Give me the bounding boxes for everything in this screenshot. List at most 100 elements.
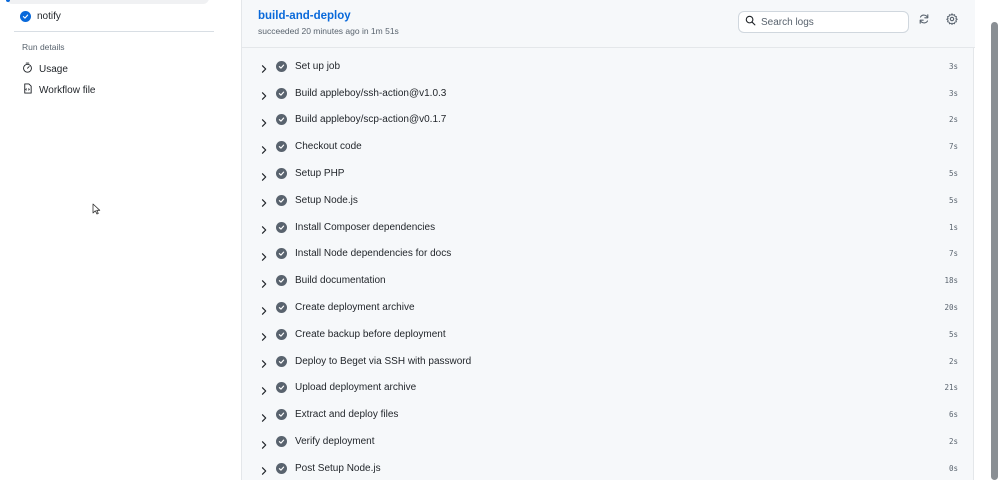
step-name: Build appleboy/ssh-action@v1.0.3 xyxy=(295,87,447,99)
job-log-panel: build-and-deploy succeeded 20 minutes ag… xyxy=(241,0,975,480)
step-duration: 2s xyxy=(948,356,958,366)
step-row[interactable]: Build appleboy/ssh-action@v1.0.3 3s xyxy=(242,80,975,107)
step-row[interactable]: Build documentation 18s xyxy=(242,267,975,294)
step-row[interactable]: Extract and deploy files 6s xyxy=(242,401,975,428)
chevron-right-icon[interactable] xyxy=(259,463,269,476)
step-name: Checkout code xyxy=(295,141,362,153)
chevron-right-icon[interactable] xyxy=(259,356,269,368)
stopwatch-icon xyxy=(22,62,33,76)
sidebar-link-workflow-file[interactable]: Workflow file xyxy=(18,81,100,99)
step-row[interactable]: Post Setup Node.js 0s xyxy=(242,455,975,480)
step-row[interactable]: Install Node dependencies for docs 7s xyxy=(242,241,975,268)
step-name: Extract and deploy files xyxy=(295,409,399,421)
step-duration: 5s xyxy=(948,195,958,205)
success-check-icon xyxy=(276,275,287,287)
step-name: Create deployment archive xyxy=(295,302,415,314)
chevron-right-icon[interactable] xyxy=(259,410,269,422)
scrollbar-thumb[interactable] xyxy=(991,22,998,480)
step-duration: 20s xyxy=(944,303,958,313)
step-duration: 7s xyxy=(948,249,958,259)
sidebar-item-label: notify xyxy=(37,10,61,22)
step-row[interactable]: Checkout code 7s xyxy=(242,133,975,160)
step-duration: 3s xyxy=(948,88,958,98)
chevron-right-icon[interactable] xyxy=(259,195,269,208)
step-name: Install Composer dependencies xyxy=(295,221,436,233)
search-logs-field[interactable] xyxy=(738,11,909,33)
chevron-right-icon[interactable] xyxy=(259,303,269,315)
chevron-right-icon[interactable] xyxy=(259,61,269,74)
step-name: Post Setup Node.js xyxy=(295,462,381,474)
search-icon xyxy=(745,13,756,31)
run-details-heading: Run details xyxy=(22,42,65,52)
search-logs-input[interactable] xyxy=(761,16,901,28)
sidebar-link-usage[interactable]: Usage xyxy=(18,60,72,78)
job-header: build-and-deploy succeeded 20 minutes ag… xyxy=(242,0,975,48)
step-duration: 7s xyxy=(948,142,958,152)
sidebar-divider xyxy=(14,31,214,32)
settings-button[interactable] xyxy=(943,12,961,30)
step-row[interactable]: Build appleboy/scp-action@v0.1.7 2s xyxy=(242,107,975,134)
file-code-icon xyxy=(22,83,33,97)
step-duration: 2s xyxy=(948,437,958,447)
step-name: Deploy to Beget via SSH with password xyxy=(295,355,472,367)
mouse-cursor-icon xyxy=(92,203,101,215)
step-name: Create backup before deployment xyxy=(295,328,446,340)
sidebar-item-notify[interactable]: notify xyxy=(14,7,67,25)
sidebar-item-previous-job[interactable] xyxy=(6,0,209,4)
step-name: Setup PHP xyxy=(295,168,345,180)
success-check-icon xyxy=(276,168,287,180)
success-check-icon xyxy=(276,194,287,206)
step-duration: 21s xyxy=(944,383,958,393)
step-name: Install Node dependencies for docs xyxy=(295,248,452,260)
refresh-button[interactable] xyxy=(915,12,933,30)
success-check-icon xyxy=(276,409,287,421)
step-row[interactable]: Install Composer dependencies 1s xyxy=(242,214,975,241)
success-check-icon xyxy=(276,114,287,126)
step-row[interactable]: Set up job 3s xyxy=(242,53,975,80)
success-check-icon xyxy=(276,355,287,367)
chevron-right-icon[interactable] xyxy=(259,222,269,234)
sidebar-link-label: Workflow file xyxy=(39,84,96,96)
sidebar-link-label: Usage xyxy=(39,63,68,75)
chevron-right-icon[interactable] xyxy=(259,169,269,181)
step-row[interactable]: Setup Node.js 5s xyxy=(242,187,975,214)
success-check-icon xyxy=(276,382,287,394)
step-duration: 5s xyxy=(948,169,958,179)
job-status-summary: succeeded 20 minutes ago in 1m 51s xyxy=(258,26,399,36)
success-check-icon xyxy=(276,436,287,448)
step-duration: 5s xyxy=(948,329,958,339)
chevron-right-icon[interactable] xyxy=(259,329,269,342)
success-check-icon xyxy=(276,302,287,314)
step-row[interactable]: Create backup before deployment 5s xyxy=(242,321,975,348)
chevron-right-icon[interactable] xyxy=(259,383,269,395)
success-check-icon xyxy=(276,60,287,72)
page-scrollbar[interactable] xyxy=(988,0,1000,480)
step-name: Build documentation xyxy=(295,275,386,287)
sidebar: notify Run details Usage Workflow file xyxy=(0,0,240,480)
step-name: Build appleboy/scp-action@v0.1.7 xyxy=(295,114,447,126)
step-name: Verify deployment xyxy=(295,436,375,448)
success-check-icon xyxy=(20,10,31,22)
gear-icon xyxy=(946,12,958,30)
step-row[interactable]: Verify deployment 2s xyxy=(242,428,975,455)
step-duration: 2s xyxy=(948,115,958,125)
step-name: Upload deployment archive xyxy=(295,382,417,394)
success-check-icon xyxy=(276,141,287,153)
steps-list: Set up job 3s Build appleboy/ssh-action@v1… xyxy=(242,53,975,480)
step-duration: 3s xyxy=(948,61,958,71)
job-title: build-and-deploy xyxy=(258,10,351,22)
chevron-right-icon[interactable] xyxy=(259,437,269,449)
step-duration: 0s xyxy=(948,463,958,473)
step-row[interactable]: Deploy to Beget via SSH with password 2s xyxy=(242,348,975,375)
step-row[interactable]: Upload deployment archive 21s xyxy=(242,375,975,402)
step-row[interactable]: Setup PHP 5s xyxy=(242,160,975,187)
step-row[interactable]: Create deployment archive 20s xyxy=(242,294,975,321)
chevron-right-icon[interactable] xyxy=(259,115,269,127)
success-check-icon xyxy=(276,221,287,233)
chevron-right-icon[interactable] xyxy=(259,249,269,261)
chevron-right-icon[interactable] xyxy=(259,88,269,100)
chevron-right-icon[interactable] xyxy=(259,142,269,154)
step-duration: 18s xyxy=(944,276,958,286)
chevron-right-icon[interactable] xyxy=(259,276,269,288)
success-check-icon xyxy=(276,462,287,474)
